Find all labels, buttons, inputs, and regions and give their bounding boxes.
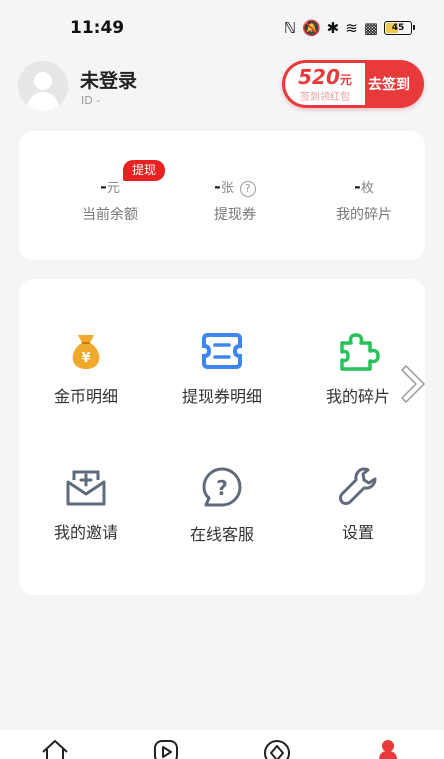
chevron-right-icon[interactable] xyxy=(398,360,430,408)
svg-text:¥: ¥ xyxy=(81,351,90,366)
stat-balance-unit: 元 xyxy=(106,181,120,196)
puzzle-icon xyxy=(333,327,383,375)
stat-coupon-value: - xyxy=(214,177,221,196)
signin-amount: 520 xyxy=(298,65,340,89)
help-icon[interactable]: ? xyxy=(239,180,256,197)
bluetooth-icon: ✱ xyxy=(326,19,340,37)
grid-label-invite: 我的邀请 xyxy=(53,523,118,542)
money-bag-icon: ¥ xyxy=(61,327,111,375)
signal-icon: ▩ xyxy=(363,19,378,37)
user-id: ID - xyxy=(81,94,101,107)
nfc-icon: ℕ xyxy=(283,19,296,37)
discover-icon xyxy=(264,740,290,759)
status-icons: ℕ 🔕 ✱ ≋ ▩ 45 xyxy=(283,18,415,38)
bottom-nav xyxy=(0,730,444,759)
signin-unit: 元 xyxy=(339,73,352,87)
grid-label-service: 在线客服 xyxy=(189,525,254,544)
stat-coupon-unit: 张 xyxy=(220,181,234,196)
nav-home[interactable] xyxy=(40,738,70,759)
wrench-icon xyxy=(333,463,383,511)
coupon-icon xyxy=(197,327,247,375)
nav-video[interactable] xyxy=(151,738,181,759)
wallet-card: 提现 -元 当前余额 -张? 提现券 -枚 我的碎片 xyxy=(19,131,425,260)
stat-balance[interactable]: -元 当前余额 xyxy=(50,177,170,224)
home-icon xyxy=(42,740,68,759)
stat-coupon[interactable]: -张? 提现券 xyxy=(175,177,295,224)
function-grid: ¥ 金币明细 提现券明细 我的碎片 我的邀请 ? 在线客服 设置 xyxy=(19,279,425,595)
customer-service-icon: ? xyxy=(197,463,247,511)
mute-icon: 🔕 xyxy=(301,19,321,37)
user-name[interactable]: 未登录 xyxy=(80,66,137,93)
signin-subtitle: 签到领红包 xyxy=(300,92,350,103)
grid-label-coupons: 提现券明细 xyxy=(181,387,262,406)
grid-item-coins[interactable]: ¥ 金币明细 xyxy=(21,327,151,407)
battery-icon: 45 xyxy=(384,21,415,35)
grid-label-settings: 设置 xyxy=(341,523,374,542)
stat-coupon-label: 提现券 xyxy=(214,207,256,223)
avatar[interactable] xyxy=(18,61,68,111)
grid-item-invite[interactable]: 我的邀请 xyxy=(21,463,151,543)
stat-fragments-value: - xyxy=(354,177,361,196)
stat-balance-label: 当前余额 xyxy=(82,207,138,223)
grid-label-coins: 金币明细 xyxy=(53,387,118,406)
profile-icon xyxy=(379,740,397,759)
stat-fragments-label: 我的碎片 xyxy=(336,207,392,223)
status-time: 11:49 xyxy=(70,18,125,38)
signin-reward: 520元 签到领红包 xyxy=(285,63,365,105)
signin-button[interactable]: 520元 签到领红包 去签到 xyxy=(282,60,424,108)
grid-item-settings[interactable]: 设置 xyxy=(293,463,423,543)
invite-envelope-icon xyxy=(61,463,111,511)
svg-text:?: ? xyxy=(216,476,228,500)
nav-discover[interactable] xyxy=(262,738,292,759)
signin-label: 去签到 xyxy=(368,77,410,93)
play-icon xyxy=(154,740,178,759)
status-bar: 11:49 ℕ 🔕 ✱ ≋ ▩ 45 xyxy=(0,0,444,56)
wifi-icon: ≋ xyxy=(345,19,358,37)
nav-profile[interactable] xyxy=(373,738,403,759)
stat-fragments[interactable]: -枚 我的碎片 xyxy=(304,177,424,224)
battery-level: 45 xyxy=(391,23,405,33)
stat-balance-value: - xyxy=(100,177,107,196)
grid-item-coupons[interactable]: 提现券明细 xyxy=(157,327,287,407)
grid-item-service[interactable]: ? 在线客服 xyxy=(157,463,287,545)
stat-fragments-unit: 枚 xyxy=(360,181,374,196)
